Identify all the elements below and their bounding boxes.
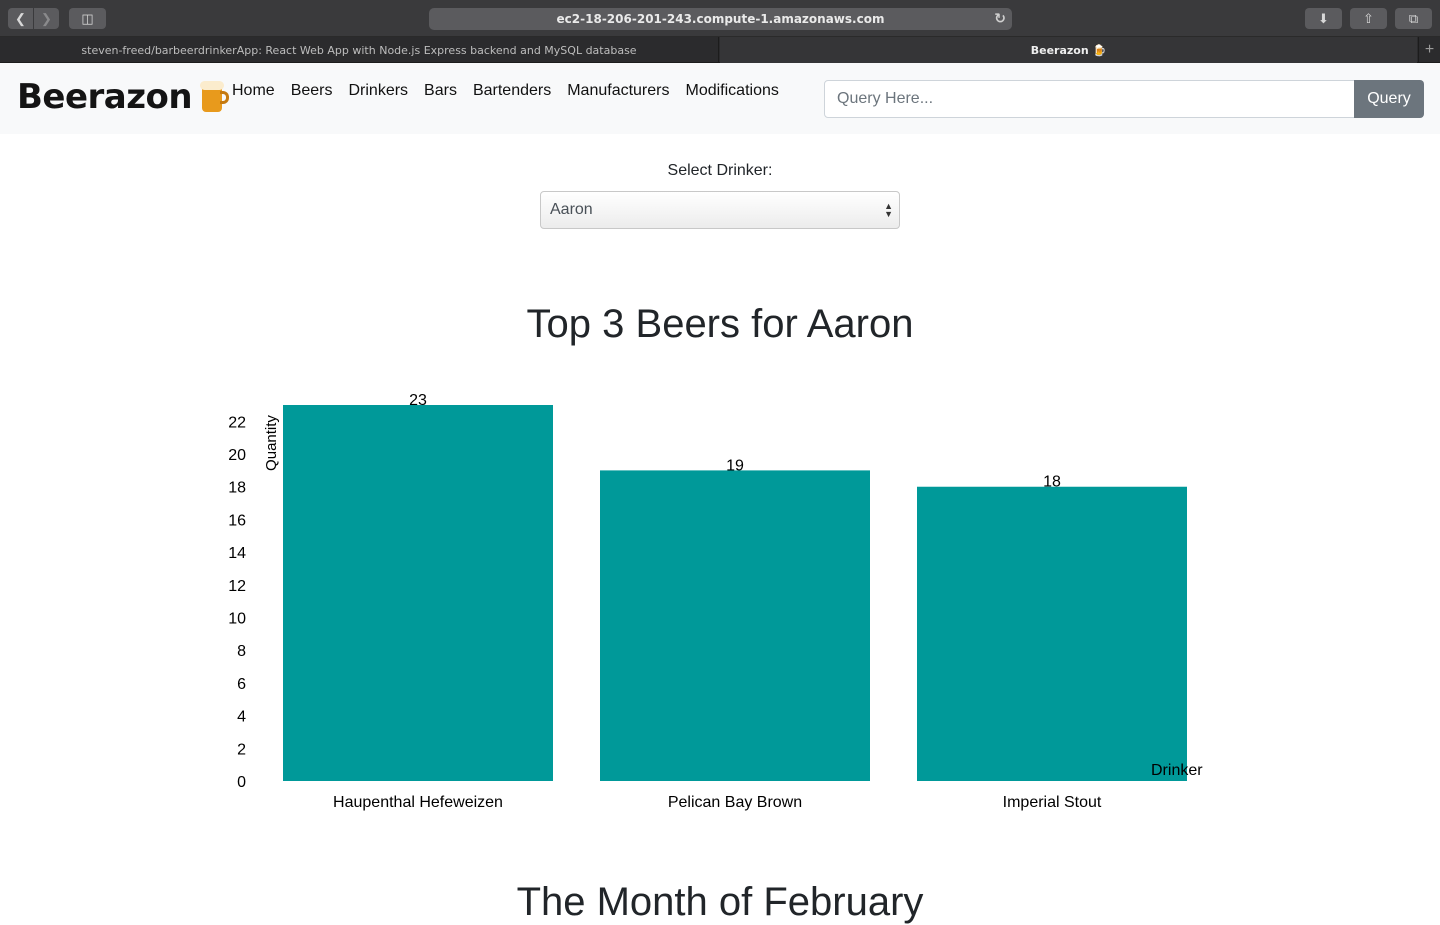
beer-mug-icon (200, 81, 230, 113)
browser-tab-bar: steven-freed/barbeerdrinkerApp: React We… (0, 37, 1440, 63)
reload-icon[interactable]: ↻ (994, 11, 1006, 27)
y-tick-label: 16 (228, 512, 246, 529)
select-drinker-label: Select Drinker: (667, 162, 773, 179)
x-tick-label: Imperial Stout (1003, 794, 1102, 811)
bar-value-label: 19 (726, 457, 744, 474)
app-navbar: Beerazon Home Beers Drinkers Bars Barten… (0, 63, 1440, 134)
chart-title: Top 3 Beers for Aaron (526, 302, 914, 346)
bar[interactable] (283, 405, 553, 781)
nav-link-home[interactable]: Home (232, 82, 275, 100)
nav-link-bartenders[interactable]: Bartenders (473, 82, 551, 100)
y-tick-label: 2 (237, 741, 246, 758)
x-tick-label: Haupenthal Hefeweizen (333, 794, 503, 811)
bar-chart: 0 2 4 6 8 10 12 14 16 18 20 22 23 19 18 Haupenthal He… (228, 392, 1203, 811)
bar-value-label: 23 (409, 392, 427, 409)
y-tick-label: 4 (237, 709, 246, 726)
drinker-select[interactable]: Aaron ▲ ▼ (540, 191, 900, 229)
nav-link-modifications[interactable]: Modifications (685, 82, 778, 100)
y-tick-label: 8 (237, 643, 246, 660)
y-tick-label: 6 (237, 676, 246, 693)
x-axis-ticks: Haupenthal Hefeweizen Pelican Bay Brown Im… (333, 794, 1102, 811)
y-tick-label: 14 (228, 545, 246, 562)
x-tick-label: Pelican Bay Brown (668, 794, 802, 811)
bar[interactable] (600, 470, 870, 781)
brand-logo[interactable]: Beerazon (17, 77, 230, 117)
tab-label: steven-freed/barbeerdrinkerApp: React We… (81, 43, 637, 57)
y-tick-label: 18 (228, 480, 246, 497)
browser-toolbar: ❮ ❯ ◫ ec2-18-206-201-243.compute-1.amazo… (0, 0, 1440, 37)
brand-name: Beerazon (17, 77, 193, 117)
nav-links: Home Beers Drinkers Bars Bartenders Manu… (232, 82, 795, 100)
y-tick-label: 0 (237, 774, 246, 791)
download-icon[interactable]: ⬇ (1305, 8, 1342, 29)
url-text: ec2-18-206-201-243.compute-1.amazonaws.c… (556, 12, 885, 26)
query-button[interactable]: Query (1354, 80, 1424, 118)
drinker-select-value: Aaron (550, 201, 593, 218)
y-tick-label: 20 (228, 447, 246, 464)
y-tick-label: 12 (228, 578, 246, 595)
y-tick-label: 22 (228, 414, 246, 431)
y-axis-ticks: 0 2 4 6 8 10 12 14 16 18 20 22 (228, 414, 246, 791)
browser-tab-github[interactable]: steven-freed/barbeerdrinkerApp: React We… (0, 37, 719, 63)
bar-value-label: 18 (1043, 474, 1061, 491)
bars (283, 405, 1187, 781)
nav-link-beers[interactable]: Beers (291, 82, 333, 100)
x-axis-label: Drinker (1151, 762, 1203, 779)
address-bar[interactable]: ec2-18-206-201-243.compute-1.amazonaws.c… (429, 8, 1012, 30)
y-tick-label: 10 (228, 611, 246, 628)
tab-label: Beerazon 🍺 (1030, 43, 1107, 57)
section-title-february: The Month of February (516, 880, 924, 924)
bar[interactable] (917, 486, 1187, 781)
new-tab-icon[interactable]: + (1418, 37, 1440, 63)
back-icon[interactable]: ❮ (8, 8, 33, 29)
select-arrows-icon: ▲ ▼ (884, 201, 893, 219)
y-axis-label: Quantity (263, 415, 280, 471)
sidebar-toggle-icon[interactable]: ◫ (69, 8, 106, 29)
forward-icon[interactable]: ❯ (34, 8, 59, 29)
bar-value-labels: 23 19 18 (409, 392, 1061, 491)
nav-link-drinkers[interactable]: Drinkers (348, 82, 408, 100)
nav-link-bars[interactable]: Bars (424, 82, 457, 100)
share-icon[interactable]: ⇧ (1350, 8, 1387, 29)
query-input[interactable] (824, 80, 1355, 118)
browser-tab-beerazon[interactable]: Beerazon 🍺 (720, 37, 1417, 63)
tab-overview-icon[interactable]: ⧉ (1395, 8, 1432, 29)
nav-link-manufacturers[interactable]: Manufacturers (567, 82, 669, 100)
